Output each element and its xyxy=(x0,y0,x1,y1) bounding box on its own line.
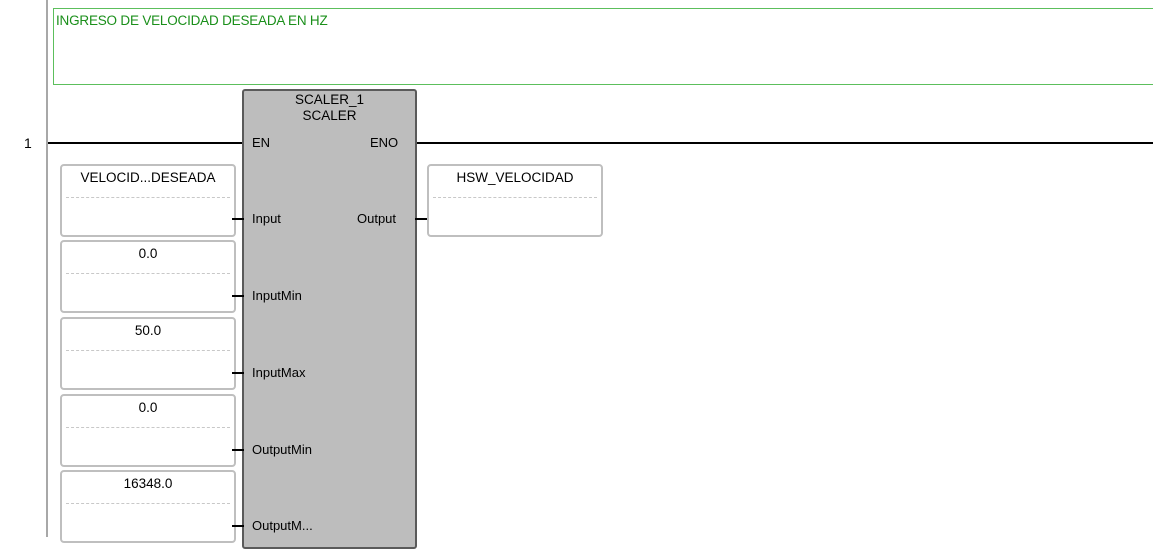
operand-input[interactable]: VELOCID...DESEADA xyxy=(60,164,236,237)
operand-outputmin[interactable]: 0.0 xyxy=(60,394,236,467)
rung-number: 1 xyxy=(24,135,32,151)
operand-output[interactable]: HSW_VELOCIDAD xyxy=(427,164,603,237)
operand-output-value: HSW_VELOCIDAD xyxy=(456,170,574,185)
operand-inputmin[interactable]: 0.0 xyxy=(60,240,236,313)
pin-outputmin: OutputMin xyxy=(252,442,312,457)
pin-output: Output xyxy=(357,211,397,226)
operand-divider xyxy=(66,197,230,198)
operand-inputmax-value: 50.0 xyxy=(134,323,162,338)
pin-input: Input xyxy=(252,211,281,226)
pin-inputmax: InputMax xyxy=(252,365,306,380)
eno-wire xyxy=(415,142,1153,144)
pin-outputmax: OutputM... xyxy=(252,518,313,533)
rung-gutter xyxy=(0,0,48,537)
pin-input-stub xyxy=(232,218,244,220)
operand-divider xyxy=(66,350,230,351)
operand-outputmin-value: 0.0 xyxy=(138,400,158,415)
operand-outputmax-value: 16348.0 xyxy=(123,476,173,491)
operand-divider xyxy=(66,427,230,428)
pin-outputmax-stub xyxy=(232,525,244,527)
pin-inputmin: InputMin xyxy=(252,288,302,303)
operand-divider xyxy=(66,503,230,504)
en-wire xyxy=(48,142,244,144)
pin-outputmin-stub xyxy=(232,449,244,451)
operand-input-value: VELOCID...DESEADA xyxy=(80,170,216,185)
operand-inputmax[interactable]: 50.0 xyxy=(60,317,236,390)
pin-inputmin-stub xyxy=(232,295,244,297)
pin-eno: ENO xyxy=(370,135,399,150)
left-power-rail xyxy=(46,0,48,537)
operand-divider xyxy=(66,273,230,274)
pin-en: EN xyxy=(252,135,271,150)
scaler-function-block[interactable] xyxy=(242,89,417,549)
pin-output-stub xyxy=(415,218,427,220)
block-type-name: SCALER xyxy=(302,108,357,123)
pin-inputmax-stub xyxy=(232,372,244,374)
rung-comment-text: INGRESO DE VELOCIDAD DESEADA EN HZ xyxy=(56,13,328,28)
operand-inputmin-value: 0.0 xyxy=(138,246,158,261)
operand-divider xyxy=(433,197,597,198)
operand-outputmax[interactable]: 16348.0 xyxy=(60,470,236,543)
block-instance-name: SCALER_1 xyxy=(294,92,365,107)
